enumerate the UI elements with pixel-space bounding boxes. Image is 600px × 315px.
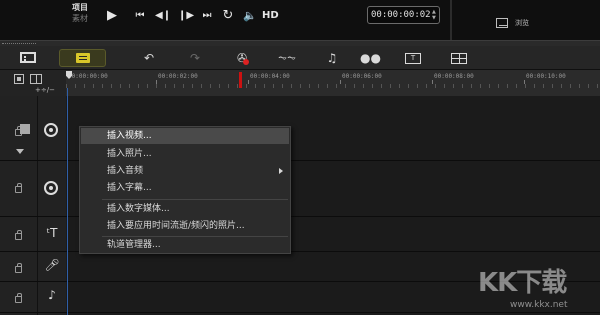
menu-item-track-manager[interactable]: 轨道管理器... bbox=[81, 237, 289, 253]
mode-clip-label[interactable]: 素材 bbox=[72, 13, 104, 24]
fit-project-icon[interactable] bbox=[14, 74, 24, 84]
motion-tracking-icon[interactable]: ●● bbox=[360, 49, 381, 67]
ruler-tick-label: 00:00:08:00 bbox=[434, 73, 474, 80]
multi-camera-button[interactable] bbox=[449, 49, 469, 67]
undo-icon[interactable]: ↶ bbox=[139, 49, 159, 67]
go-to-end-button[interactable]: ⏭ bbox=[199, 7, 215, 25]
redo-icon[interactable]: ↷ bbox=[185, 49, 205, 67]
menu-item-label: 插入音频 bbox=[107, 166, 144, 176]
storyboard-view-button[interactable] bbox=[12, 49, 44, 67]
record-dot bbox=[243, 59, 249, 65]
divider bbox=[450, 0, 452, 40]
ruler-tick-label: 00:00:06:00 bbox=[342, 73, 382, 80]
ruler-minor-ticks bbox=[66, 84, 600, 88]
divider bbox=[37, 96, 38, 315]
music-track-icon: ♪ bbox=[48, 288, 56, 302]
volume-icon[interactable]: 🔈 bbox=[242, 7, 258, 25]
browse-icon bbox=[496, 18, 508, 28]
timecode-field[interactable]: 00:00:00:02 ▲ ▼ bbox=[367, 6, 440, 24]
repeat-icon[interactable]: ↻ bbox=[220, 7, 236, 25]
timeline-toolbar: ↶ ↷ ✇ ⏦⏦ ♫ ●● T bbox=[0, 46, 600, 70]
mode-project-label[interactable]: 项目 bbox=[72, 2, 104, 13]
previous-frame-button[interactable]: ◀❙ bbox=[155, 7, 171, 25]
overlay-track-icon bbox=[44, 181, 58, 195]
ruler-tick-label: 00:00:02:00 bbox=[158, 73, 198, 80]
watermark-logo: KK下载 bbox=[478, 268, 567, 298]
sound-mixer-icon[interactable]: ⏦⏦ bbox=[277, 49, 297, 67]
timeline-view-button[interactable] bbox=[59, 49, 106, 67]
ruler-tick-label: 00:00:00:00 bbox=[68, 73, 108, 80]
next-frame-button[interactable]: ❙▶ bbox=[178, 7, 194, 25]
marker[interactable] bbox=[239, 72, 242, 88]
chevron-down-icon[interactable] bbox=[16, 149, 24, 154]
menu-item-insert-video[interactable]: 插入视频... bbox=[81, 128, 289, 144]
voice-track-icon: 🎤︎ bbox=[44, 258, 60, 272]
ruler-tick-label: 00:00:04:00 bbox=[250, 73, 290, 80]
watermark: KK下载 www.kkx.net bbox=[474, 262, 594, 314]
menu-item-insert-timelapse-photos[interactable]: 插入要应用时间流逝/频闪的照片... bbox=[81, 218, 289, 234]
menu-item-insert-audio[interactable]: 插入音频 bbox=[81, 163, 289, 179]
subtitle-editor-button[interactable]: T bbox=[403, 49, 423, 67]
lock-icon[interactable] bbox=[15, 263, 22, 273]
auto-music-icon[interactable]: ♫ bbox=[322, 49, 342, 67]
video-track-icon bbox=[44, 123, 58, 137]
lock-icon[interactable] bbox=[15, 183, 22, 193]
timecode-value: 00:00:00:02 bbox=[371, 10, 431, 20]
menu-item-insert-digital-media[interactable]: 插入数字媒体... bbox=[81, 201, 289, 217]
zoom-controls[interactable]: +÷/− bbox=[35, 86, 55, 95]
storyboard-icon bbox=[20, 52, 36, 63]
submenu-arrow-icon bbox=[279, 168, 283, 174]
watermark-url: www.kkx.net bbox=[510, 300, 568, 310]
browse-label: 浏览 bbox=[515, 19, 529, 27]
ruler-tick-label: 00:00:10:00 bbox=[526, 73, 566, 80]
browse-button[interactable]: 浏览 bbox=[496, 17, 546, 31]
subtitle-icon: T bbox=[405, 53, 421, 64]
multi-camera-icon bbox=[451, 53, 467, 64]
record-capture-icon[interactable]: ✇ bbox=[232, 49, 252, 67]
go-to-start-button[interactable]: ⏮ bbox=[132, 7, 148, 25]
track-view-icon[interactable] bbox=[30, 74, 42, 84]
title-track-icon: ᵗT bbox=[46, 226, 58, 240]
hd-preview-toggle[interactable]: HD bbox=[262, 7, 279, 25]
lock-icon[interactable] bbox=[15, 230, 22, 240]
timecode-spinner-icon[interactable]: ▲ ▼ bbox=[432, 9, 438, 21]
menu-item-insert-subtitle[interactable]: 插入字幕... bbox=[81, 180, 289, 196]
play-button[interactable]: ▶ bbox=[104, 7, 120, 25]
menu-item-insert-photo[interactable]: 插入照片... bbox=[81, 146, 289, 162]
playhead-line bbox=[67, 88, 68, 315]
ripple-edit-icon[interactable] bbox=[20, 124, 30, 134]
timeline-icon bbox=[76, 53, 90, 63]
context-menu: 插入视频... 插入照片... 插入音频 插入字幕... 插入数字媒体... 插… bbox=[79, 126, 291, 254]
lock-icon[interactable] bbox=[15, 293, 22, 303]
time-ruler[interactable]: 00:00:00:00 00:00:02:00 00:00:04:00 00:0… bbox=[66, 70, 600, 84]
mode-switch[interactable]: 项目 素材 bbox=[72, 2, 104, 24]
menu-separator bbox=[102, 199, 288, 200]
